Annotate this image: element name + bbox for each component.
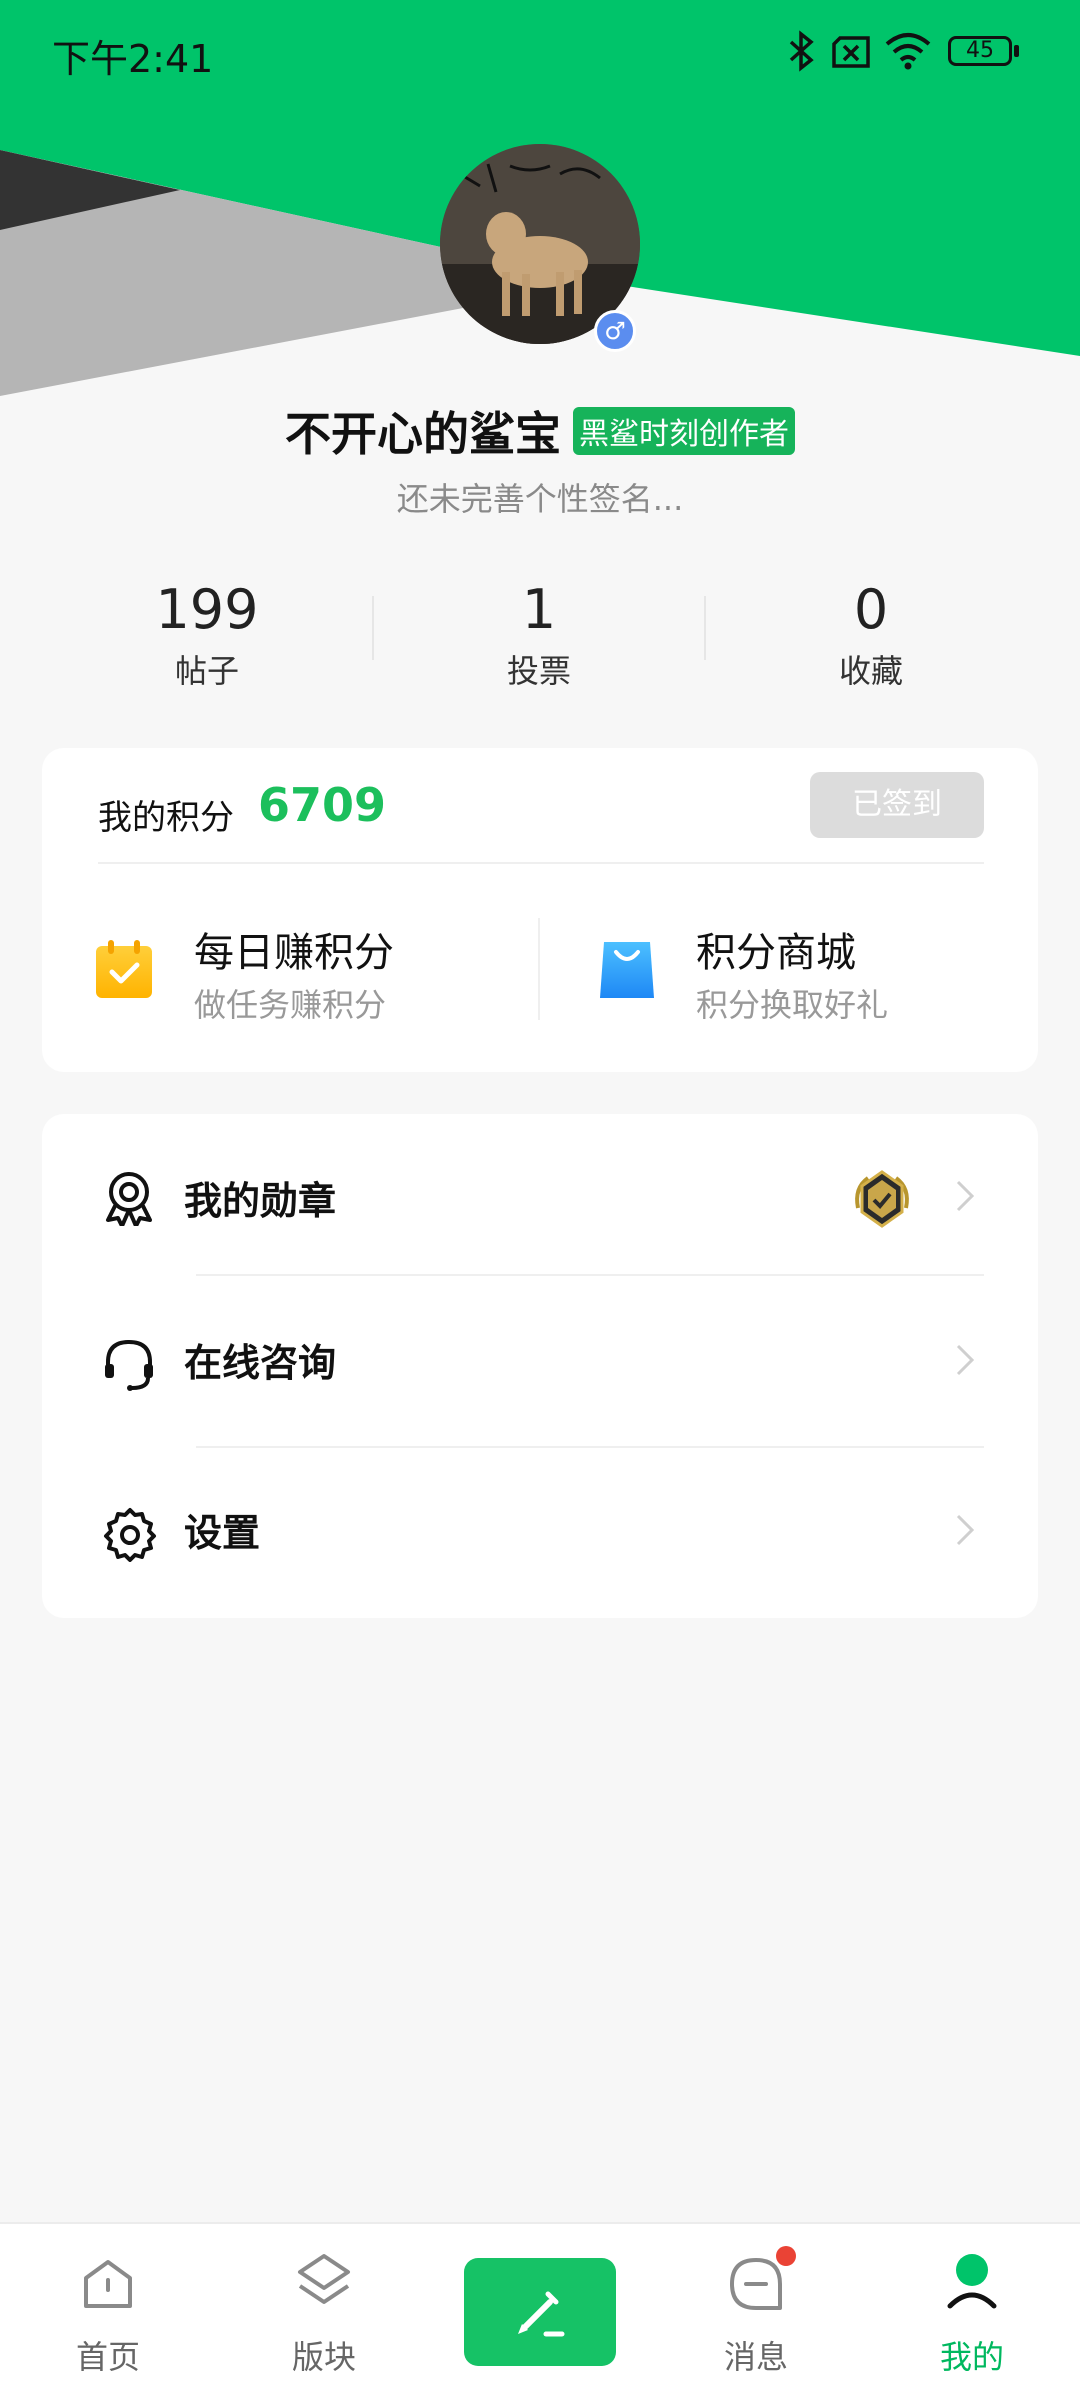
chevron-right-icon [956,1514,975,1546]
menu-item-online-consult-label: 在线咨询 [184,1341,337,1385]
daily-earn-subtitle: 做任务赚积分 [194,986,387,1024]
profile-icon [947,2254,997,2309]
profile-stats: 199 帖子 1 投票 0 收藏 [0,580,1080,692]
tab-messages-label: 消息 [723,2338,788,2376]
stat-posts[interactable]: 199 帖子 [42,580,372,692]
tab-sections[interactable]: 版块 [254,2224,394,2402]
menu-item-medals-label: 我的勋章 [184,1179,337,1223]
pen-icon [518,2291,565,2337]
message-notification-dot [776,2246,796,2266]
chevron-right-icon [956,1180,975,1212]
calendar-check-icon [96,940,152,998]
feature-divider [538,918,540,1020]
home-icon [84,2260,132,2308]
battery-icon: 45 [948,36,1012,66]
chevron-right-icon [956,1344,975,1376]
sim-disabled-icon [832,36,870,68]
stat-favorites-label: 收藏 [838,652,903,690]
stat-votes[interactable]: 1 投票 [374,580,704,692]
points-mall-subtitle: 积分换取好礼 [696,986,889,1024]
points-mall-title: 积分商城 [696,930,856,976]
menu-item-settings[interactable]: 设置 [42,1448,1038,1618]
points-card: 我的积分 6709 已签到 每日赚积分 做任务赚积分 积分商城 积分换取好礼 [42,748,1038,1072]
points-value: 6709 [258,778,387,832]
medal-badge-image [855,1170,909,1228]
tab-me[interactable]: 我的 [902,2224,1042,2402]
creator-badge[interactable]: 黑鲨时刻创作者 [573,407,795,455]
stat-favorites-value: 0 [853,578,889,641]
menu-item-online-consult[interactable]: 在线咨询 [42,1276,1038,1448]
shopping-bag-icon [600,942,654,998]
tab-messages[interactable]: 消息 [686,2224,826,2402]
daily-earn-points-entry[interactable]: 每日赚积分 做任务赚积分 [82,908,542,1038]
daily-earn-title: 每日赚积分 [194,930,394,976]
status-bar: 下午2:41 45 [0,0,1080,100]
medal-icon [106,1172,152,1226]
stat-votes-label: 投票 [506,652,571,690]
battery-tip [1014,45,1019,57]
points-divider [98,862,984,864]
points-label: 我的积分 [98,798,234,838]
stat-posts-value: 199 [155,578,259,641]
layers-icon [298,2254,350,2304]
profile-signature[interactable]: 还未完善个性签名... [0,474,1080,520]
menu-item-medals[interactable]: 我的勋章 [42,1114,1038,1276]
tab-me-label: 我的 [939,2338,1004,2376]
tab-sections-label: 版块 [291,2338,356,2376]
bluetooth-icon [789,30,814,72]
tab-home-label: 首页 [75,2338,140,2376]
points-mall-entry[interactable]: 积分商城 积分换取好礼 [582,908,1002,1038]
checkin-button[interactable]: 已签到 [810,772,984,838]
profile-name: 不开心的鲨宝 [285,407,561,461]
wifi-icon [885,33,931,70]
status-time: 下午2:41 [52,37,214,81]
menu-card: 我的勋章 在线咨询 设置 [42,1114,1038,1618]
message-icon [730,2258,782,2310]
new-post-button[interactable] [464,2258,616,2366]
stat-favorites[interactable]: 0 收藏 [706,580,1036,692]
headset-icon [105,1339,153,1391]
menu-item-settings-label: 设置 [184,1511,261,1555]
bottom-tab-bar: 首页 版块 消息 我的 [0,2222,1080,2402]
gear-icon [104,1508,156,1562]
gender-male-icon: ♂ [594,310,636,352]
profile-name-row: 不开心的鲨宝 黑鲨时刻创作者 [0,398,1080,464]
stat-posts-label: 帖子 [174,652,239,690]
stat-votes-value: 1 [521,578,557,641]
tab-home[interactable]: 首页 [38,2224,178,2402]
